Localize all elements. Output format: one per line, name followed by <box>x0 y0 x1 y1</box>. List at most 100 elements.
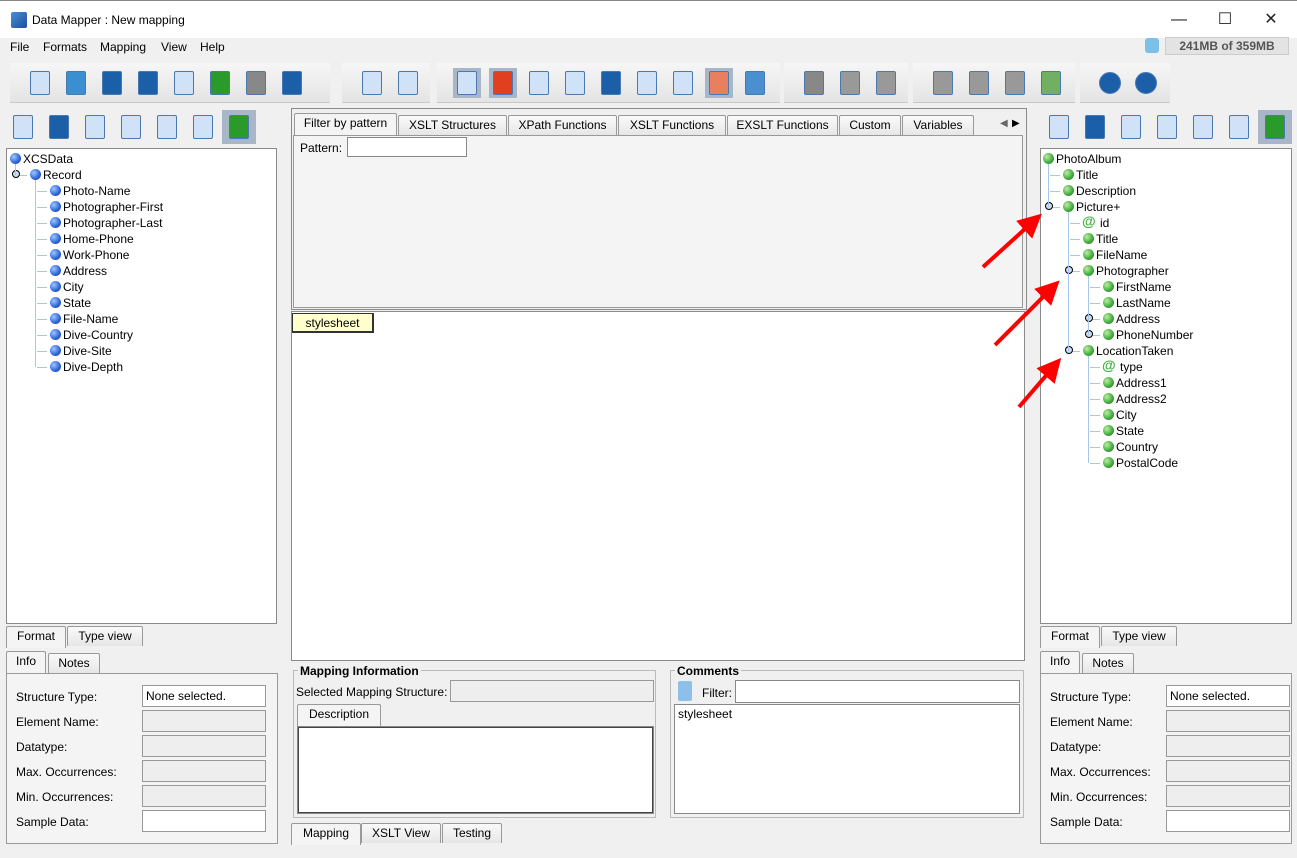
collapse-handle-icon[interactable] <box>1085 330 1093 338</box>
help-icon <box>1099 72 1121 94</box>
open-button[interactable] <box>62 68 90 98</box>
move-up-button[interactable] <box>929 68 957 98</box>
expand-handle-icon[interactable] <box>1065 266 1073 274</box>
save-button[interactable] <box>98 68 126 98</box>
new-doc-button[interactable] <box>78 110 112 144</box>
help-button[interactable] <box>1096 68 1124 98</box>
select-mode-button[interactable] <box>222 110 256 144</box>
tab-testing[interactable]: Testing <box>442 823 502 843</box>
copy-icon <box>840 71 860 95</box>
tab-xpath-functions[interactable]: XPath Functions <box>508 115 617 135</box>
exit-button[interactable] <box>278 68 306 98</box>
xpath-view-button[interactable] <box>669 68 697 98</box>
element-icon <box>1063 201 1074 212</box>
description-textarea[interactable] <box>297 726 654 814</box>
selected-structure-label: Selected Mapping Structure: <box>296 685 448 699</box>
new-mapping-button[interactable] <box>26 68 54 98</box>
new-doc-button[interactable] <box>1114 110 1148 144</box>
structure-button[interactable] <box>1150 110 1184 144</box>
maximize-button[interactable]: ☐ <box>1210 9 1240 31</box>
edit-button[interactable] <box>1222 110 1256 144</box>
close-button[interactable]: ✕ <box>1256 9 1286 31</box>
element-icon <box>50 217 61 228</box>
add-structure-button[interactable] <box>358 68 386 98</box>
save-as-button[interactable] <box>134 68 162 98</box>
tab-type-view[interactable]: Type view <box>1101 626 1177 646</box>
move-down-button[interactable] <box>1001 68 1029 98</box>
stylesheet-node[interactable]: stylesheet <box>292 313 374 333</box>
info-value-field <box>1166 710 1290 732</box>
import-target-button[interactable] <box>1042 110 1076 144</box>
tab-info[interactable]: Info <box>1040 651 1080 673</box>
import-source-button[interactable] <box>6 110 40 144</box>
find-button[interactable] <box>1078 110 1112 144</box>
structure-button[interactable] <box>114 110 148 144</box>
tab-xslt-view[interactable]: XSLT View <box>361 823 441 843</box>
validate-button[interactable] <box>525 68 553 98</box>
tab-info[interactable]: Info <box>6 651 46 673</box>
info-value-field[interactable] <box>1166 810 1290 832</box>
structure-settings-button[interactable] <box>394 68 422 98</box>
expand-handle-icon[interactable] <box>1065 346 1073 354</box>
tab-format[interactable]: Format <box>6 626 66 648</box>
tree-node-label: type <box>1120 360 1143 374</box>
element-icon <box>1043 153 1054 164</box>
menu-view[interactable]: View <box>161 40 187 54</box>
tab-filter-by-pattern[interactable]: Filter by pattern <box>294 113 397 135</box>
view-doc-button[interactable] <box>633 68 661 98</box>
xslt-source-button[interactable] <box>561 68 589 98</box>
inspect-button[interactable] <box>150 110 184 144</box>
copy-button[interactable] <box>836 68 864 98</box>
menu-formats[interactable]: Formats <box>43 40 87 54</box>
show-colors-button[interactable] <box>489 68 517 98</box>
menu-mapping[interactable]: Mapping <box>100 40 146 54</box>
info-label: Max. Occurrences: <box>1050 765 1151 779</box>
show-info-button[interactable] <box>453 68 481 98</box>
expand-handle-icon[interactable] <box>1045 202 1053 210</box>
move-in-button[interactable] <box>965 68 993 98</box>
tab-description[interactable]: Description <box>297 704 381 727</box>
tree-node-label: PhotoAlbum <box>1056 152 1122 166</box>
tab-xslt-structures[interactable]: XSLT Structures <box>398 115 507 135</box>
inspect-button[interactable] <box>1186 110 1220 144</box>
tab-notes[interactable]: Notes <box>48 653 100 673</box>
garbage-collect-icon[interactable] <box>1145 38 1159 53</box>
find-button[interactable] <box>42 110 76 144</box>
comments-filter-input[interactable] <box>735 680 1020 703</box>
export-xls-button[interactable] <box>170 68 198 98</box>
tab-scroll-left-icon[interactable]: ◀ <box>1000 118 1008 129</box>
about-button[interactable] <box>1132 68 1160 98</box>
tab-notes[interactable]: Notes <box>1082 653 1134 673</box>
tab-variables[interactable]: Variables <box>902 115 974 135</box>
tree-node-label: Country <box>1116 440 1159 454</box>
tab-xslt-functions[interactable]: XSLT Functions <box>618 115 726 135</box>
expand-handle-icon[interactable] <box>12 170 20 178</box>
tab-format[interactable]: Format <box>1040 626 1100 648</box>
minimize-button[interactable]: — <box>1164 9 1194 31</box>
tab-custom[interactable]: Custom <box>839 115 901 135</box>
pattern-input[interactable] <box>347 137 467 157</box>
tab-mapping[interactable]: Mapping <box>291 823 361 845</box>
tab-exslt-functions[interactable]: EXSLT Functions <box>727 115 838 135</box>
tab-type-view[interactable]: Type view <box>67 626 143 646</box>
comment-item[interactable]: stylesheet <box>675 705 1019 723</box>
edit-button[interactable] <box>186 110 220 144</box>
undo-button[interactable] <box>206 68 234 98</box>
menu-file[interactable]: File <box>10 40 29 54</box>
save-as-icon <box>138 71 158 95</box>
save-timed-button[interactable] <box>597 68 625 98</box>
structure-colors-button[interactable] <box>1037 68 1065 98</box>
tab-scroll-right-icon[interactable]: ▶ <box>1012 118 1020 129</box>
info-value-field[interactable] <box>142 810 266 832</box>
select-mode-button[interactable] <box>1258 110 1292 144</box>
mapping-canvas[interactable] <box>291 311 1025 661</box>
database-button[interactable] <box>741 68 769 98</box>
paste-button[interactable] <box>872 68 900 98</box>
element-icon <box>1103 393 1114 404</box>
redo-button[interactable] <box>242 68 270 98</box>
menu-help[interactable]: Help <box>200 40 225 54</box>
collapse-handle-icon[interactable] <box>1085 314 1093 322</box>
cut-button[interactable] <box>800 68 828 98</box>
insert-text-button[interactable] <box>705 68 733 98</box>
redo-icon <box>246 71 266 95</box>
